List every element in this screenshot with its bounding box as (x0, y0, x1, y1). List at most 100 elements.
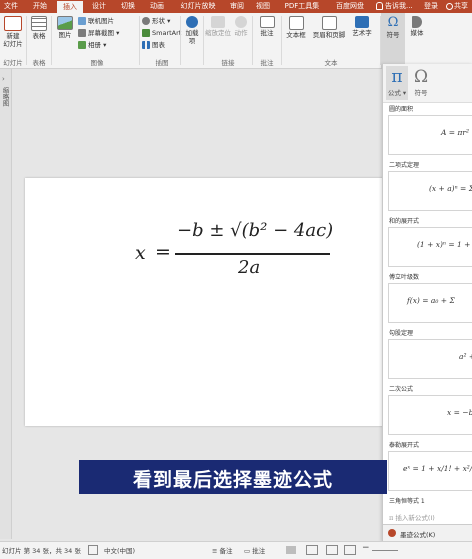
equation-lhs: x (135, 242, 146, 264)
zoom-slider[interactable] (372, 550, 398, 551)
tab-insert[interactable]: 插入 (57, 1, 83, 13)
screenshot-icon (78, 29, 86, 37)
gallery-item-formula: A = πr² (441, 128, 469, 137)
tab-animations[interactable]: 动画 (144, 0, 170, 13)
table-button[interactable]: 表格 (29, 16, 49, 40)
comment-label: 批注 (260, 29, 274, 37)
image-label: 图片 (58, 31, 72, 39)
tell-me-box[interactable]: 告诉我... (376, 0, 413, 13)
gallery-item-preview: eˣ = 1 + x/1! + x²/2! + (388, 451, 472, 491)
share-label: 共享 (454, 2, 468, 10)
image-button[interactable]: 图片 (55, 16, 75, 39)
group-comments: 批注 批注 (253, 13, 281, 68)
online-pictures-label: 联机图片 (88, 17, 114, 25)
ribbon-tab-bar: 文件 开始 插入 设计 切换 动画 幻灯片放映 审阅 视图 PDF工具集 百度网… (0, 0, 472, 13)
tab-design[interactable]: 设计 (86, 0, 112, 13)
notes-button[interactable]: ≡ 备注 (212, 545, 233, 555)
gallery-item-title: 三角恒等式 1 (389, 498, 425, 505)
symbol-button[interactable]: Ω 符号 (383, 16, 403, 40)
screenshot-button[interactable]: 屏幕截图 ▾ (78, 28, 119, 38)
gallery-item-formula: a² + b² = c² (459, 352, 472, 361)
header-footer-button[interactable]: 页眉和页脚 (309, 16, 349, 39)
media-button[interactable]: 媒体 (407, 16, 427, 37)
action-button[interactable]: 动作 (232, 16, 250, 37)
equation-gallery-tabs: π 公式 ▾ Ω 符号 (383, 64, 472, 103)
tab-home[interactable]: 开始 (27, 0, 53, 13)
tab-file[interactable]: 文件 (0, 0, 22, 13)
reading-view-icon[interactable] (326, 545, 338, 555)
tab-slideshow[interactable]: 幻灯片放映 (173, 0, 223, 13)
comments-label: 批注 (252, 547, 266, 555)
wordart-button[interactable]: 艺术字 (348, 16, 376, 37)
chart-label: 图表 (152, 41, 165, 49)
gallery-item-title: 勾股定理 (389, 330, 414, 337)
expand-thumbnails-icon[interactable]: › (2, 75, 5, 83)
comments-button[interactable]: ▭ 批注 (244, 545, 265, 555)
slide-counter: 幻灯片 第 34 张，共 34 张 (2, 547, 81, 555)
spellcheck-icon[interactable] (88, 545, 98, 555)
insert-new-equation-item[interactable]: π 插入新公式(I) (389, 512, 435, 522)
shapes-icon (142, 17, 150, 25)
wordart-label: 艺术字 (352, 29, 372, 37)
zoom-icon (211, 16, 225, 28)
comment-button[interactable]: 批注 (257, 16, 277, 37)
group-addins: 加载 项 (181, 13, 203, 68)
zoom-button[interactable]: 缩放定位 (205, 16, 231, 37)
smartart-icon (142, 29, 150, 37)
video-caption-text: 看到最后选择墨迹公式 (132, 469, 333, 491)
equation-gallery-panel: π 公式 ▾ Ω 符号 圆的面积 A = πr² 二项式定理 (x + a)ⁿ … (382, 64, 472, 543)
slide-sorter-icon[interactable] (306, 545, 318, 555)
video-caption: 看到最后选择墨迹公式 (79, 460, 387, 494)
normal-view-icon[interactable] (286, 546, 296, 554)
chart-button[interactable]: 图表 (142, 40, 165, 50)
tab-view[interactable]: 视图 (252, 0, 274, 13)
tab-pdf-tools[interactable]: PDF工具集 (280, 0, 324, 13)
gallery-item-formula: x = −b ± (447, 408, 472, 417)
group-links-label: 链接 (221, 59, 235, 67)
tab-symbol[interactable]: Ω 符号 (410, 66, 432, 100)
gallery-item-formula: (1 + x)ⁿ = 1 + (417, 240, 471, 249)
login-link[interactable]: 登录 (424, 0, 438, 13)
online-pictures-icon (78, 17, 86, 25)
notes-label: 备注 (219, 547, 233, 555)
addins-button[interactable]: 加载 项 (182, 16, 202, 45)
album-button[interactable]: 相册 ▾ (78, 40, 106, 50)
gallery-item-preview: (x + a)ⁿ = Σ (388, 171, 472, 211)
header-footer-icon (321, 16, 337, 30)
new-slide-icon (4, 16, 22, 31)
comment-icon (259, 16, 275, 28)
new-slide-button[interactable]: 新建 幻灯片 (1, 16, 25, 48)
ink-equation-label: 墨迹公式(K) (400, 531, 436, 539)
zoom-out-icon[interactable]: − (362, 543, 370, 553)
tab-baidu-netdisk[interactable]: 百度网盘 (330, 0, 370, 13)
group-slides-label: 幻灯片 (3, 59, 23, 67)
header-footer-label: 页眉和页脚 (312, 31, 346, 39)
media-label: 媒体 (410, 29, 424, 37)
slideshow-icon[interactable] (344, 545, 356, 555)
language-indicator[interactable]: 中文(中国) (104, 545, 135, 555)
group-slides: 新建 幻灯片 幻灯片 (0, 13, 26, 68)
lightbulb-icon (376, 2, 383, 10)
slide-canvas[interactable]: x = −b ± √(b² − 4ac) 2a (25, 178, 385, 426)
gallery-item-formula: f(x) = a₀ + Σ (407, 296, 455, 305)
addins-label: 加载 项 (185, 29, 199, 45)
online-pictures-button[interactable]: 联机图片 (78, 16, 114, 26)
album-label: 相册 (88, 41, 101, 49)
gallery-item-formula: eˣ = 1 + x/1! + x²/2! + (403, 464, 472, 473)
tab-formula[interactable]: π 公式 ▾ (386, 66, 408, 100)
tab-symbol-label: 符号 (414, 89, 428, 97)
smartart-button[interactable]: SmartArt (142, 28, 181, 38)
shapes-button[interactable]: 形状 ▾ (142, 16, 170, 26)
group-comments-label: 批注 (260, 59, 274, 67)
tab-review[interactable]: 审阅 (226, 0, 248, 13)
image-icon (57, 16, 73, 30)
zoom-label: 缩放定位 (205, 29, 231, 37)
smartart-label: SmartArt (152, 29, 182, 37)
group-text-label: 文本 (324, 59, 338, 67)
group-tables: 表格 表格 (27, 13, 51, 68)
group-media: 媒体 (406, 13, 428, 68)
thumbnail-rail[interactable]: › 缩略图 (0, 69, 12, 539)
share-button[interactable]: 共享 (446, 0, 468, 13)
textbox-button[interactable]: 文本框 (283, 16, 309, 39)
tab-transitions[interactable]: 切换 (115, 0, 141, 13)
